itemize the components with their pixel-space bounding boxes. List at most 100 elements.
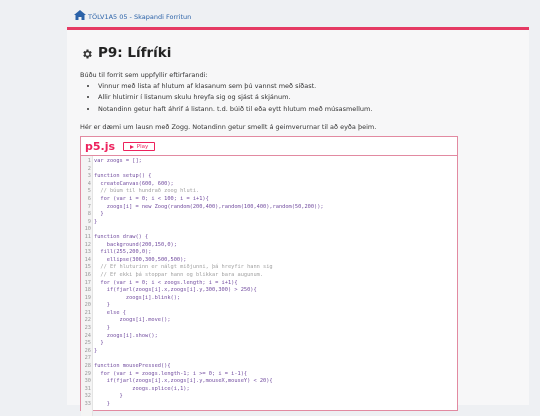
code-text: if(fjarl(zoogs[i].x,zoogs[i].y,mouseX,mo… bbox=[94, 378, 273, 385]
code-text: } bbox=[94, 218, 98, 225]
code-line: 1 var zoogs = []; bbox=[81, 158, 457, 166]
code-text: } bbox=[94, 211, 104, 218]
p5-logo: p5.js bbox=[85, 140, 116, 153]
code-line: 19 zoogs[i].blink(); bbox=[81, 295, 457, 303]
example-description: Hér er dæmi um lausn með Zogg. Notandinn… bbox=[80, 123, 377, 131]
code-line: 32 } bbox=[81, 393, 457, 401]
line-number: 19 bbox=[84, 294, 91, 301]
intro-text: Búðu til forrit sem uppfyllir eftirfaran… bbox=[80, 71, 208, 79]
code-text: fill(255,200,0); bbox=[94, 249, 152, 256]
code-text: for (var i = zoogs.length-1; i >= 0; i =… bbox=[94, 370, 248, 377]
code-line: 5 // búum til hundrað zoog hluti. bbox=[81, 188, 457, 196]
line-number: 26 bbox=[84, 347, 91, 354]
code-line: 8 } bbox=[81, 211, 457, 219]
code-text: createCanvas(600, 600); bbox=[94, 180, 174, 187]
code-line: 10 bbox=[81, 226, 457, 234]
line-number: 22 bbox=[84, 317, 91, 324]
line-number: 13 bbox=[84, 249, 91, 256]
code-text: } bbox=[94, 393, 123, 400]
line-number: 7 bbox=[87, 203, 91, 210]
line-number: 27 bbox=[84, 355, 91, 362]
code-line: 31 zoogs.splice(i,1); bbox=[81, 386, 457, 394]
home-icon[interactable] bbox=[74, 10, 86, 20]
code-line: 17 for (var i = 0; i < zoogs.length; i =… bbox=[81, 280, 457, 288]
line-number: 1 bbox=[87, 158, 91, 164]
code-line: 12 background(200,150,0); bbox=[81, 242, 457, 250]
line-number: 20 bbox=[84, 302, 91, 309]
line-number: 15 bbox=[84, 264, 91, 271]
line-number: 30 bbox=[84, 378, 91, 385]
code-text: } bbox=[94, 325, 110, 332]
list-item: Allir hlutirnir í listanum skulu hreyfa … bbox=[98, 94, 372, 101]
code-text: background(200,150,0); bbox=[94, 241, 177, 248]
code-line: 28 function mousePressed(){ bbox=[81, 363, 457, 371]
play-button[interactable]: Play bbox=[123, 142, 155, 151]
requirements-list: Vinnur með lista af hlutum af klasanum s… bbox=[80, 83, 372, 117]
list-item: Vinnur með lista af hlutum af klasanum s… bbox=[98, 83, 372, 90]
code-line: 18 if(fjarl(zoogs[i].x,zoogs[i].y,300,30… bbox=[81, 287, 457, 295]
line-number: 14 bbox=[84, 256, 91, 263]
line-number: 25 bbox=[84, 340, 91, 347]
code-text: } bbox=[94, 401, 110, 407]
breadcrumb-course-link[interactable]: TÖLV1A5 05 - Skapandi Forritun bbox=[88, 13, 191, 21]
code-editor[interactable]: 1 var zoogs = []; 2 3 function setup() {4 cr… bbox=[81, 156, 457, 416]
code-line: 29 for (var i = zoogs.length-1; i >= 0; … bbox=[81, 371, 457, 379]
top-bar: TÖLV1A5 05 - Skapandi Forritun bbox=[0, 0, 540, 28]
code-text: } bbox=[94, 347, 98, 354]
code-line: 16 // Ef ekki þá stoppar hann og blikkar… bbox=[81, 272, 457, 280]
line-number: 10 bbox=[84, 226, 91, 233]
play-button-label: Play bbox=[136, 143, 149, 150]
code-text: for (var i = 0; i < zoogs.length; i = i+… bbox=[94, 279, 238, 286]
line-number: 29 bbox=[84, 370, 91, 377]
list-item: Notandinn getur haft áhrif á listann. t.… bbox=[98, 105, 372, 113]
code-line: 7 zoogs[i] = new Zoog(random(200,400),ra… bbox=[81, 204, 457, 212]
code-text: zoogs.splice(i,1); bbox=[94, 385, 190, 392]
line-number: 31 bbox=[84, 385, 91, 392]
editor-toolbar: p5.js Play bbox=[81, 137, 457, 156]
code-line: 6 for (var i = 0; i < 100; i = i+1){ bbox=[81, 196, 457, 204]
code-text: } bbox=[94, 302, 110, 309]
code-text: function mousePressed(){ bbox=[94, 363, 171, 370]
code-line: 3 function setup() { bbox=[81, 173, 457, 181]
line-number: 23 bbox=[84, 325, 91, 332]
page-title: P9: Lífríki bbox=[82, 45, 171, 61]
code-line: 24 zoogs[i].show(); bbox=[81, 333, 457, 341]
code-text: zoogs[i].blink(); bbox=[94, 294, 181, 301]
line-number: 6 bbox=[87, 195, 91, 202]
line-number: 24 bbox=[84, 332, 91, 339]
line-number: 16 bbox=[84, 271, 91, 278]
code-line: 20 } bbox=[81, 302, 457, 310]
code-text: // búum til hundrað zoog hluti. bbox=[94, 188, 200, 195]
code-text: ellipse(300,300,500,500); bbox=[94, 256, 187, 263]
line-number: 18 bbox=[84, 287, 91, 294]
code-line: 9} bbox=[81, 219, 457, 227]
line-number: 5 bbox=[87, 188, 91, 195]
code-text: function setup() { bbox=[94, 173, 152, 180]
line-number: 17 bbox=[84, 279, 91, 286]
code-line: 11 function draw() { bbox=[81, 234, 457, 242]
line-number: 8 bbox=[87, 211, 91, 218]
code-line: 21 else { bbox=[81, 310, 457, 318]
line-number: 32 bbox=[84, 393, 91, 400]
line-number: 2 bbox=[87, 165, 91, 172]
code-text: function draw() { bbox=[94, 233, 149, 240]
code-text: for (var i = 0; i < 100; i = i+1){ bbox=[94, 195, 209, 202]
code-text: zoogs[i] = new Zoog(random(200,400),rand… bbox=[94, 203, 324, 210]
code-text: var zoogs = []; bbox=[94, 158, 142, 164]
play-icon bbox=[129, 144, 134, 149]
code-text: zoogs[i].show(); bbox=[94, 332, 158, 339]
code-text: // Ef ekki þá stoppar hann og blikkar ba… bbox=[94, 271, 264, 278]
line-number: 28 bbox=[84, 363, 91, 370]
line-number: 3 bbox=[87, 173, 91, 180]
line-number: 12 bbox=[84, 241, 91, 248]
line-number: 11 bbox=[84, 233, 91, 240]
code-line: 27 bbox=[81, 355, 457, 363]
line-number: 4 bbox=[87, 180, 91, 187]
code-line: 30 if(fjarl(zoogs[i].x,zoogs[i].y,mouseX… bbox=[81, 378, 457, 386]
code-line: 15 // Ef hluturinn er nálgt miðjunni, þá… bbox=[81, 264, 457, 272]
code-text: // Ef hluturinn er nálgt miðjunni, þá hr… bbox=[94, 264, 273, 271]
code-line: 2 bbox=[81, 166, 457, 174]
code-line: 23 } bbox=[81, 325, 457, 333]
code-lines: 1 var zoogs = []; 2 3 function setup() {4 cr… bbox=[81, 158, 457, 409]
p5-editor: p5.js Play 1 var zoogs = []; 2 3 function se… bbox=[80, 136, 458, 416]
